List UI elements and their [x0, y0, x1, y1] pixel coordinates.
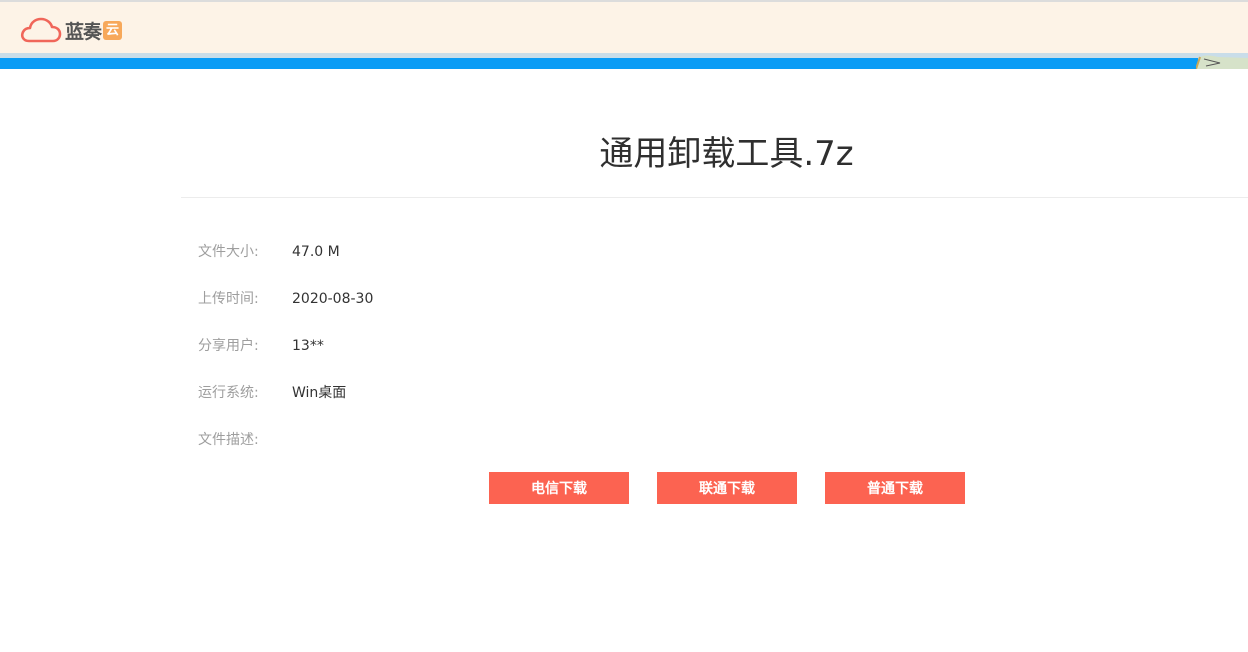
info-value: Win桌面 [292, 385, 347, 401]
info-row-size: 文件大小: 47.0 M [198, 242, 340, 262]
cloud-icon [20, 17, 62, 43]
top-bar: 蓝奏 云 [0, 0, 1248, 53]
title-divider [181, 197, 1248, 198]
telecom-download-button[interactable]: 电信下载 [489, 472, 629, 504]
info-label: 分享用户: [198, 338, 259, 354]
file-title: 通用卸载工具.7z [599, 134, 854, 174]
logo-text: 蓝奏 [65, 20, 102, 43]
info-label: 运行系统: [198, 385, 259, 401]
info-row-upload-time: 上传时间: 2020-08-30 [198, 289, 373, 309]
info-row-description: 文件描述: [198, 430, 292, 450]
site-logo[interactable]: 蓝奏 云 [20, 16, 123, 44]
info-value: 2020-08-30 [292, 291, 374, 307]
normal-download-button[interactable]: 普通下载 [825, 472, 965, 504]
info-value: 13** [292, 338, 324, 354]
unicom-download-button[interactable]: 联通下载 [657, 472, 797, 504]
info-row-share-user: 分享用户: 13** [198, 336, 324, 356]
info-label: 文件大小: [198, 244, 259, 260]
progress-fill [0, 58, 1199, 69]
info-label: 文件描述: [198, 432, 259, 448]
info-label: 上传时间: [198, 291, 259, 307]
logo-badge: 云 [103, 20, 123, 40]
info-value: 47.0 M [292, 244, 340, 260]
progress-thumb [1196, 53, 1248, 69]
info-row-os: 运行系统: Win桌面 [198, 383, 346, 403]
